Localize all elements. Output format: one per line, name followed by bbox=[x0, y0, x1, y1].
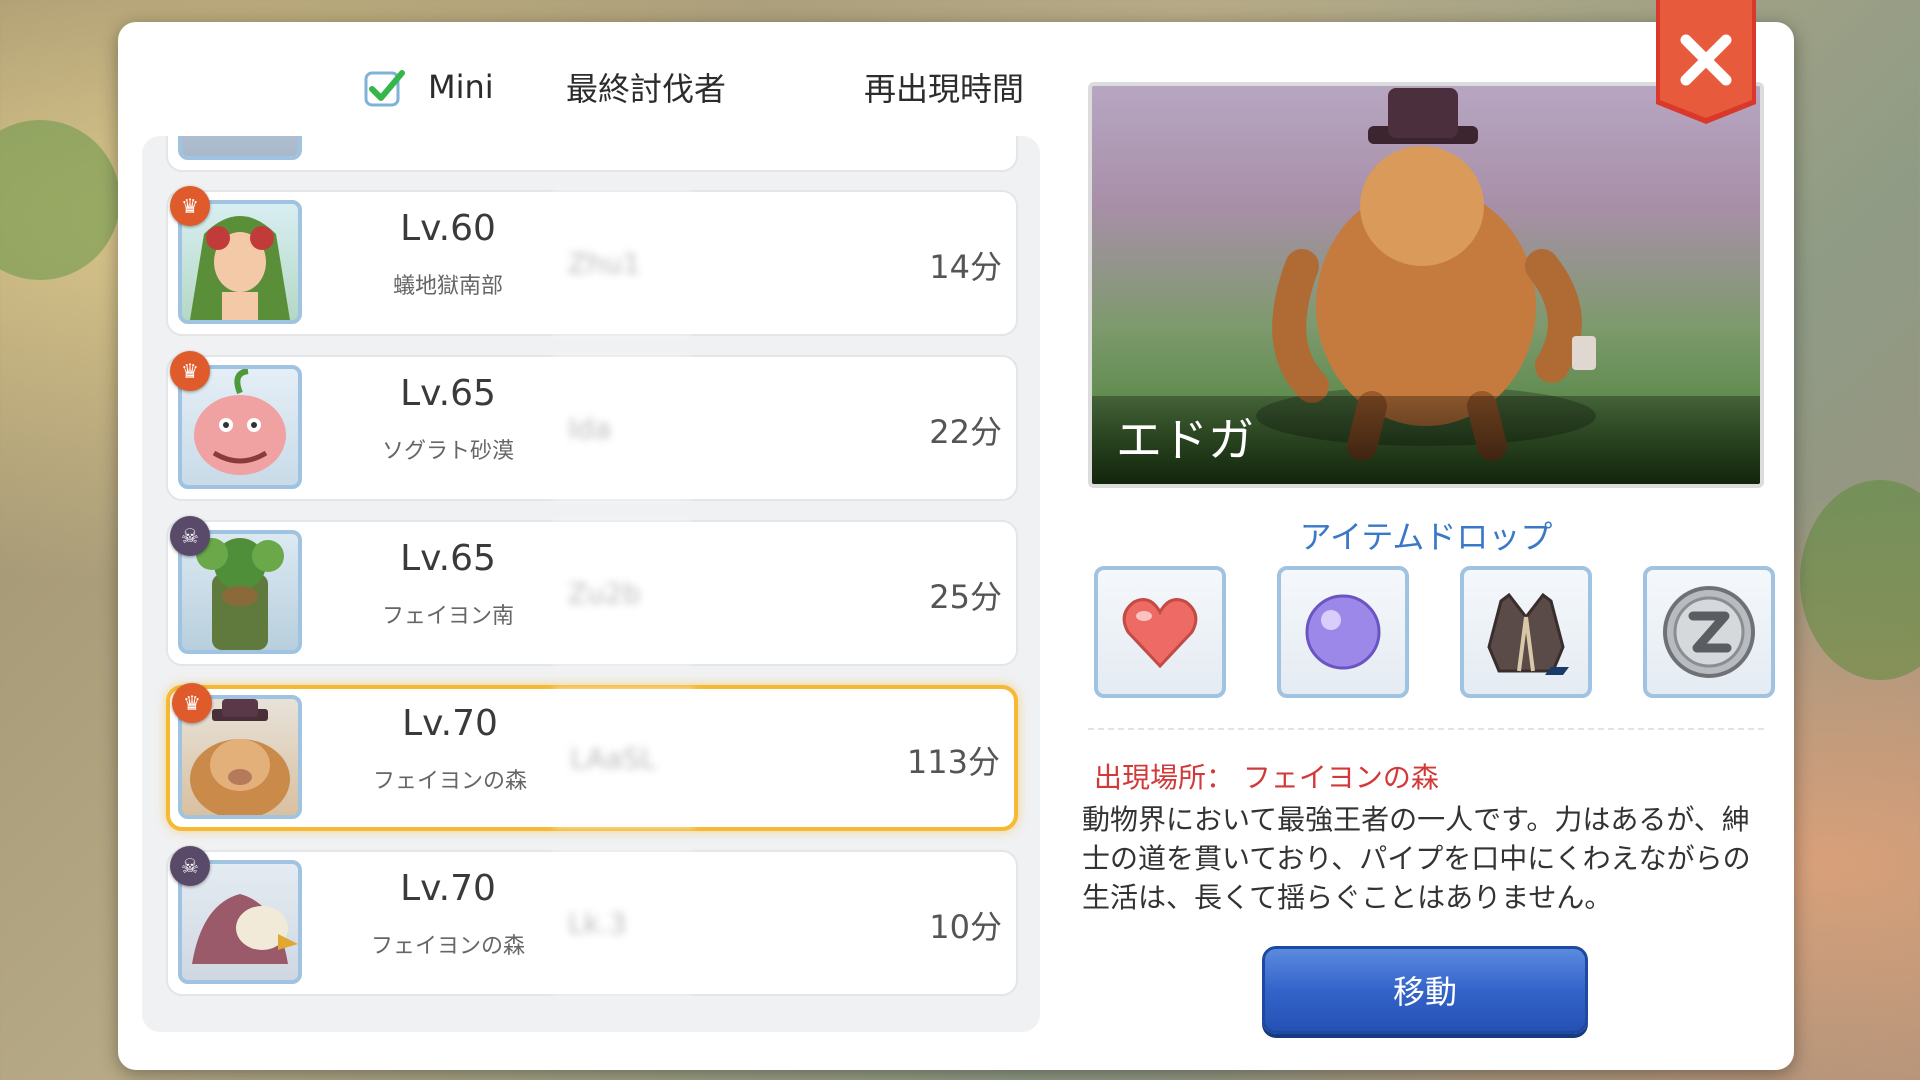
purple-orb-item-icon bbox=[1305, 594, 1381, 670]
mini-boss-badge-icon: ♛ bbox=[172, 683, 212, 723]
drop-slot[interactable] bbox=[1460, 566, 1592, 698]
mvp-skull-badge-icon: ☠ bbox=[170, 516, 210, 556]
respawn-time: 113分 bbox=[906, 743, 1000, 781]
checkmark-icon bbox=[364, 70, 405, 107]
spawn-location-value: フェイヨンの森 bbox=[1242, 761, 1439, 794]
boss-location: フェイヨン南 bbox=[381, 604, 514, 629]
monster-name: エドガ bbox=[1116, 413, 1254, 467]
list-item[interactable] bbox=[166, 136, 1018, 172]
list-item[interactable]: ☠ Lv.70 フェイヨンの森 Lk.3 10分 bbox=[166, 846, 1018, 996]
drop-slot[interactable] bbox=[1277, 566, 1409, 698]
last-killer-name: LAaSL bbox=[554, 689, 694, 827]
drop-slot[interactable] bbox=[1094, 566, 1226, 698]
mini-boss-badge-icon: ♛ bbox=[170, 186, 210, 226]
mini-boss-badge-icon: ♛ bbox=[170, 351, 210, 391]
respawn-time: 22分 bbox=[929, 413, 1002, 451]
background-foliage bbox=[1800, 480, 1920, 680]
spawn-location-label: 出現場所： bbox=[1094, 761, 1235, 794]
monster-preview: エドガ bbox=[1088, 82, 1764, 488]
respawn-time: 10分 bbox=[929, 908, 1002, 946]
boss-level: Lv.70 bbox=[402, 703, 498, 744]
boss-location: 蟻地獄南部 bbox=[392, 274, 503, 299]
move-button[interactable]: 移動 bbox=[1262, 946, 1588, 1034]
divider bbox=[1088, 728, 1764, 730]
item-drop-title: アイテムドロップ bbox=[1299, 518, 1553, 556]
list-item-selected[interactable]: ♛ Lv.70 フェイヨンの森 LAaSL 113分 bbox=[166, 683, 1018, 831]
boss-portrait bbox=[178, 136, 302, 160]
boss-level: Lv.60 bbox=[400, 208, 496, 249]
zeny-coin-item-icon bbox=[1663, 586, 1755, 678]
last-killer-header: 最終討伐者 bbox=[566, 70, 727, 108]
boss-level: Lv.70 bbox=[400, 868, 496, 909]
boss-list[interactable]: ♛ Lv.60 蟻地獄南部 Zhu1 14分 ♛ Lv.65 ソグラト砂漠 Id… bbox=[142, 136, 1040, 1032]
mini-filter-label: Mini bbox=[428, 68, 494, 106]
last-killer-name: Zhu1 bbox=[552, 192, 692, 334]
boss-location: ソグラト砂漠 bbox=[381, 439, 514, 464]
drop-slot[interactable] bbox=[1643, 566, 1775, 698]
last-killer-name: Lk.3 bbox=[552, 852, 692, 994]
last-killer-name: Ida bbox=[552, 357, 692, 499]
list-item[interactable]: ♛ Lv.60 蟻地獄南部 Zhu1 14分 bbox=[166, 186, 1018, 336]
jacket-item-icon bbox=[1487, 592, 1569, 675]
boss-location: フェイヨンの森 bbox=[370, 934, 525, 959]
last-killer-name: Zu2b bbox=[552, 522, 692, 664]
spawn-location: 出現場所： フェイヨンの森 bbox=[1094, 756, 1439, 796]
monster-description: 動物界において最強王者の一人です。力はあるが、紳士の道を貫いており、パイプを口中… bbox=[1082, 803, 1751, 914]
close-button[interactable] bbox=[1656, 0, 1756, 124]
respawn-time: 14分 bbox=[929, 248, 1002, 286]
respawn-time: 25分 bbox=[929, 578, 1002, 616]
list-item[interactable]: ☠ Lv.65 フェイヨン南 Zu2b 25分 bbox=[166, 516, 1018, 666]
respawn-time-header: 再出現時間 bbox=[864, 70, 1025, 108]
boss-location: フェイヨンの森 bbox=[372, 769, 527, 794]
mvp-skull-badge-icon: ☠ bbox=[170, 846, 210, 886]
list-item[interactable]: ♛ Lv.65 ソグラト砂漠 Ida 22分 bbox=[166, 351, 1018, 501]
boss-level: Lv.65 bbox=[400, 373, 496, 414]
heart-item-icon bbox=[1122, 598, 1198, 669]
mini-filter[interactable]: Mini bbox=[362, 62, 494, 112]
boss-level: Lv.65 bbox=[400, 538, 496, 579]
background-foliage bbox=[0, 120, 120, 280]
